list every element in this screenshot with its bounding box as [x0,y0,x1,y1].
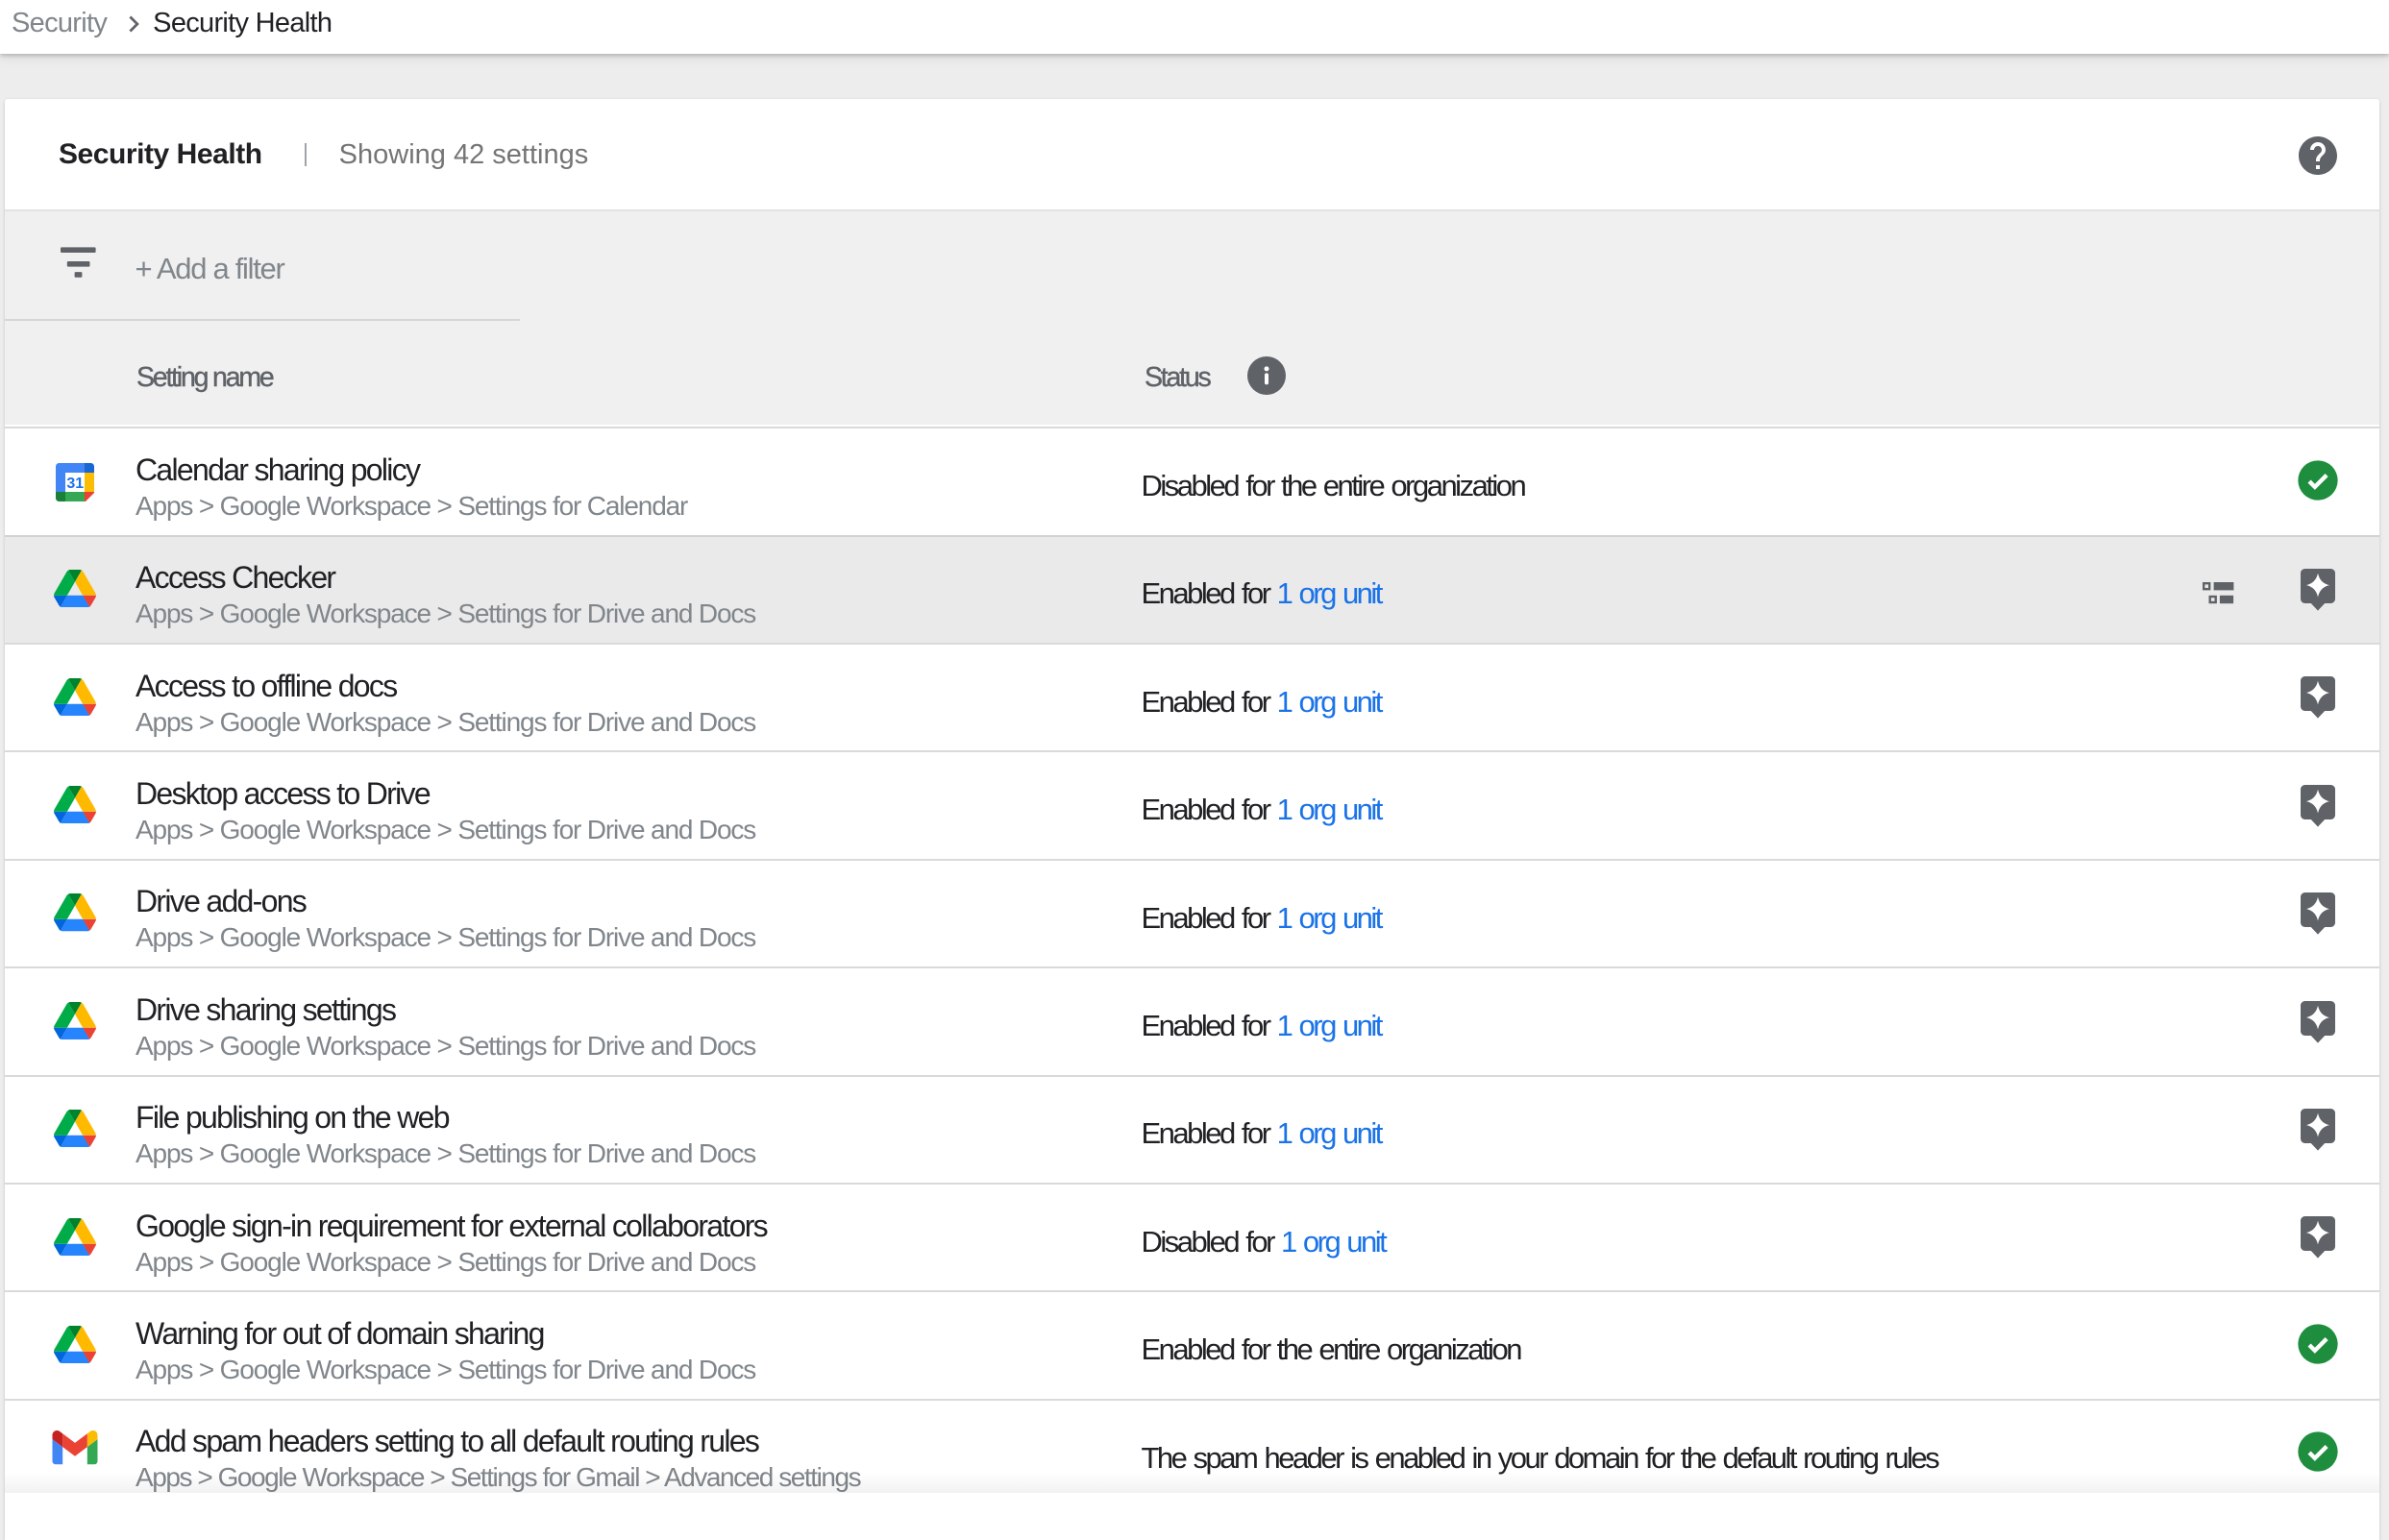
svg-text:31: 31 [66,476,84,492]
